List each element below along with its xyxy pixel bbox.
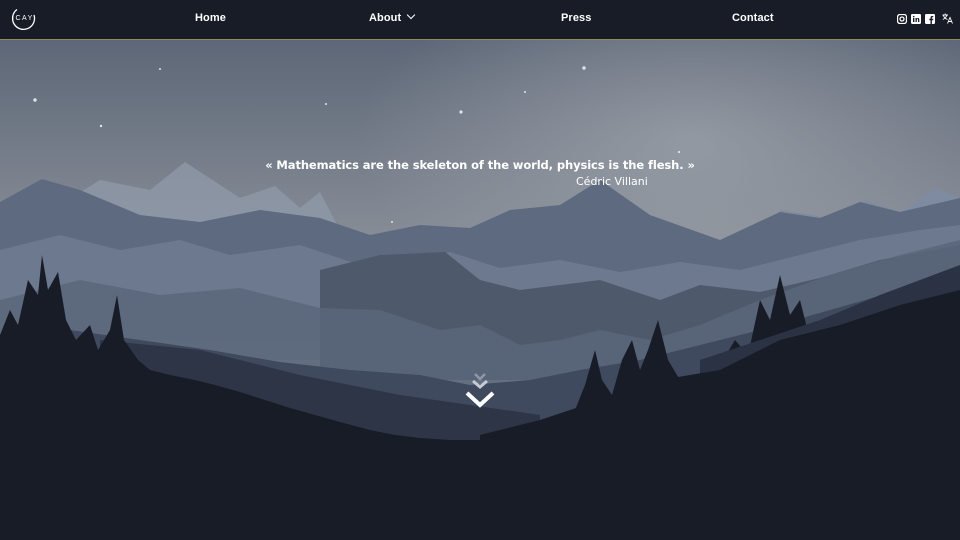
top-navbar: ICAY Home About Press Contact [0,0,960,40]
facebook-icon[interactable] [925,14,935,24]
linkedin-icon[interactable] [911,14,921,24]
translate-icon[interactable] [942,13,953,24]
nav-home-link[interactable]: Home [195,12,226,24]
hero-quote: « Mathematics are the skeleton of the wo… [265,158,695,172]
chevron-down-icon [407,10,416,20]
scroll-down-chevrons-icon[interactable] [463,372,497,414]
nav-about-label: About [369,12,402,24]
hero-landscape-illustration [0,40,960,540]
nav-about-dropdown[interactable]: About [369,10,416,24]
logo-text: ICAY [12,15,34,22]
nav-contact-link[interactable]: Contact [732,12,774,24]
nav-press-link[interactable]: Press [561,12,591,24]
hero-quote-author: Cédric Villani [576,175,648,188]
instagram-icon[interactable] [897,14,907,24]
